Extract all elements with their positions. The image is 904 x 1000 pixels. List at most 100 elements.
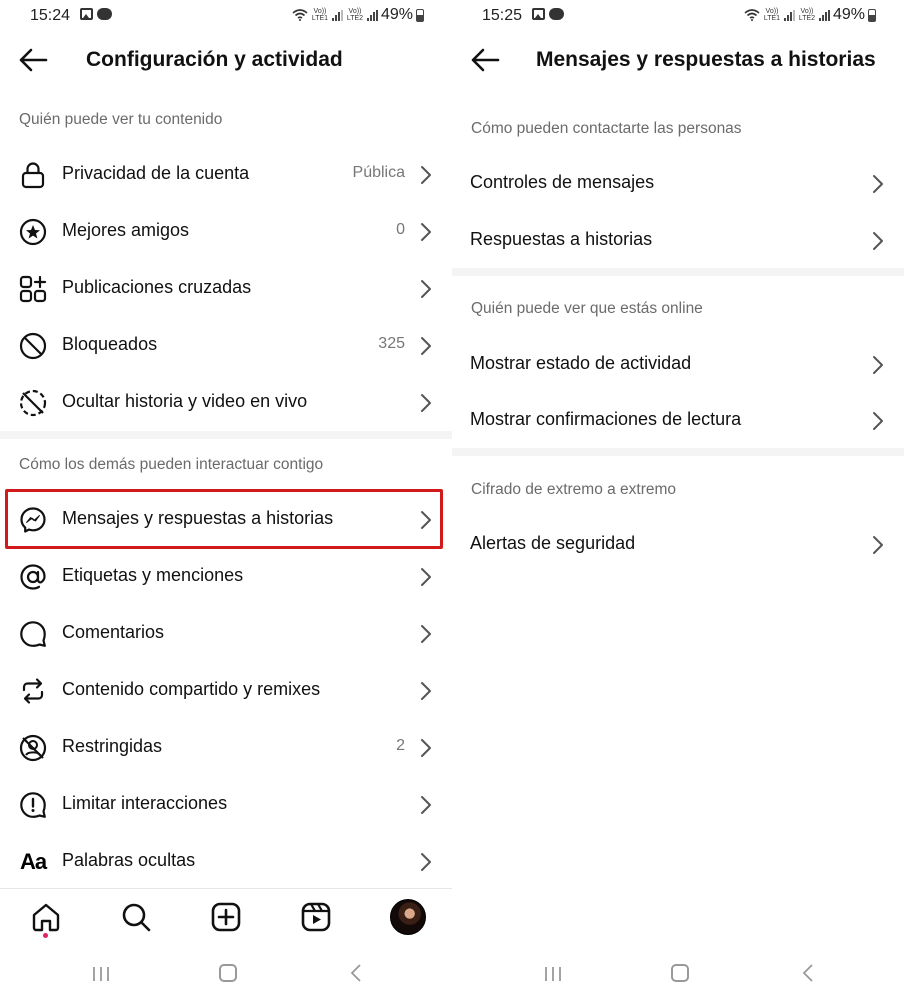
recent-apps-icon[interactable] xyxy=(92,966,110,982)
gallery-icon xyxy=(80,8,93,20)
sim1-label: Vo)) LTE1 xyxy=(311,8,329,22)
row-label: Respuestas a historias xyxy=(470,229,653,249)
header: Configuración y actividad xyxy=(0,38,452,84)
row-label: Palabras ocultas xyxy=(62,850,196,870)
close-friends-row[interactable]: Mejores amigos 0 xyxy=(0,203,452,260)
chevron-right-icon xyxy=(421,853,431,871)
blocked-icon xyxy=(18,331,48,361)
profile-avatar[interactable] xyxy=(390,899,426,935)
hide-story-icon xyxy=(18,388,48,418)
back-arrow-icon[interactable] xyxy=(470,46,500,74)
chevron-right-icon xyxy=(873,356,883,374)
chevron-right-icon xyxy=(421,166,431,184)
row-label: Etiquetas y menciones xyxy=(62,565,244,585)
row-label: Contenido compartido y remixes xyxy=(62,679,321,699)
read-receipts-row[interactable]: Mostrar confirmaciones de lectura xyxy=(452,392,904,449)
wifi-icon xyxy=(744,9,760,21)
lock-icon xyxy=(18,160,48,190)
text-icon: Aa xyxy=(19,849,47,874)
comment-icon xyxy=(18,619,48,649)
gallery-icon xyxy=(532,8,545,20)
signal1-icon xyxy=(783,9,795,21)
app-notification-icon xyxy=(97,8,112,20)
row-label: Privacidad de la cuenta xyxy=(62,163,250,183)
status-right: Vo)) LTE1 Vo)) LTE2 49% xyxy=(292,6,424,24)
account-privacy-row[interactable]: Privacidad de la cuenta Pública xyxy=(0,146,452,203)
home-icon[interactable] xyxy=(30,901,62,933)
limit-interactions-row[interactable]: Limitar interacciones xyxy=(0,776,452,833)
row-label: Ocultar historia y video en vivo xyxy=(62,391,308,411)
battery-percent: 49% xyxy=(380,6,413,23)
notification-icons xyxy=(532,8,564,20)
chevron-right-icon xyxy=(421,394,431,412)
story-replies-row[interactable]: Respuestas a historias xyxy=(452,212,904,269)
row-label: Bloqueados xyxy=(62,334,158,354)
comments-row[interactable]: Comentarios xyxy=(0,605,452,662)
restricted-row[interactable]: Restringidas 2 xyxy=(0,719,452,776)
nav-back-icon[interactable] xyxy=(802,964,814,982)
row-value: 0 xyxy=(396,221,405,238)
section-title-interactions: Cómo los demás pueden interactuar contig… xyxy=(19,456,324,473)
chevron-right-icon xyxy=(873,232,883,250)
chevron-right-icon xyxy=(421,796,431,814)
home-button-icon[interactable] xyxy=(671,964,689,982)
sim1-label: Vo)) LTE1 xyxy=(763,8,781,22)
chevron-right-icon xyxy=(421,337,431,355)
row-label: Comentarios xyxy=(62,622,165,642)
blocked-row[interactable]: Bloqueados 325 xyxy=(0,317,452,374)
activity-status-row[interactable]: Mostrar estado de actividad xyxy=(452,336,904,393)
sharing-remixes-row[interactable]: Contenido compartido y remixes xyxy=(0,662,452,719)
status-bar: 15:25 Vo)) LTE1 Vo)) LTE2 49% xyxy=(452,0,904,32)
at-icon xyxy=(18,562,48,592)
hidden-words-row[interactable]: Aa Palabras ocultas xyxy=(0,833,452,890)
create-post-icon[interactable] xyxy=(210,901,242,933)
row-label: Restringidas xyxy=(62,736,163,756)
reels-icon[interactable] xyxy=(300,901,332,933)
section-divider xyxy=(452,448,904,456)
notification-icons xyxy=(80,8,112,20)
status-time: 15:24 xyxy=(30,7,71,24)
nav-back-icon[interactable] xyxy=(350,964,362,982)
signal1-icon xyxy=(331,9,343,21)
crossposting-row[interactable]: Publicaciones cruzadas xyxy=(0,260,452,317)
chevron-right-icon xyxy=(873,412,883,430)
sim2-label: Vo)) LTE2 xyxy=(798,8,816,22)
grid-plus-icon xyxy=(18,274,48,304)
status-bar: 15:24 Vo)) LTE1 Vo)) LTE2 49% xyxy=(0,0,452,32)
android-nav-bar xyxy=(0,948,452,1000)
hide-story-row[interactable]: Ocultar historia y video en vivo xyxy=(0,374,452,431)
security-alerts-row[interactable]: Alertas de seguridad xyxy=(452,516,904,573)
chevron-right-icon xyxy=(421,682,431,700)
chevron-right-icon xyxy=(421,280,431,298)
star-circle-icon xyxy=(18,217,48,247)
chevron-right-icon xyxy=(421,568,431,586)
recent-apps-icon[interactable] xyxy=(544,966,562,982)
row-value: 325 xyxy=(378,335,405,352)
messages-story-replies-screen: 15:25 Vo)) LTE1 Vo)) LTE2 49% Mensajes y… xyxy=(452,0,904,1000)
search-icon[interactable] xyxy=(120,901,152,933)
chevron-right-icon xyxy=(873,536,883,554)
settings-activity-screen: 15:24 Vo)) LTE1 Vo)) LTE2 49% Configurac… xyxy=(0,0,452,1000)
chevron-right-icon xyxy=(421,223,431,241)
battery-percent: 49% xyxy=(832,6,865,23)
sim2-label: Vo)) LTE2 xyxy=(346,8,364,22)
section-title-contact: Cómo pueden contactarte las personas xyxy=(471,120,742,137)
row-value: 2 xyxy=(396,737,405,754)
highlight-box xyxy=(5,489,443,549)
row-label: Mostrar estado de actividad xyxy=(470,353,692,373)
remix-icon xyxy=(18,676,48,706)
page-title: Mensajes y respuestas a historias xyxy=(536,48,876,71)
app-notification-icon xyxy=(549,8,564,20)
notification-dot xyxy=(43,933,48,938)
wifi-icon xyxy=(292,9,308,21)
message-controls-row[interactable]: Controles de mensajes xyxy=(452,155,904,212)
chevron-right-icon xyxy=(421,739,431,757)
row-value: Pública xyxy=(352,164,405,181)
row-label: Alertas de seguridad xyxy=(470,533,636,553)
back-arrow-icon[interactable] xyxy=(18,46,48,74)
row-label: Mejores amigos xyxy=(62,220,190,240)
section-title-content-visibility: Quién puede ver tu contenido xyxy=(19,111,223,128)
section-divider xyxy=(0,431,452,439)
home-button-icon[interactable] xyxy=(219,964,237,982)
tags-mentions-row[interactable]: Etiquetas y menciones xyxy=(0,548,452,605)
